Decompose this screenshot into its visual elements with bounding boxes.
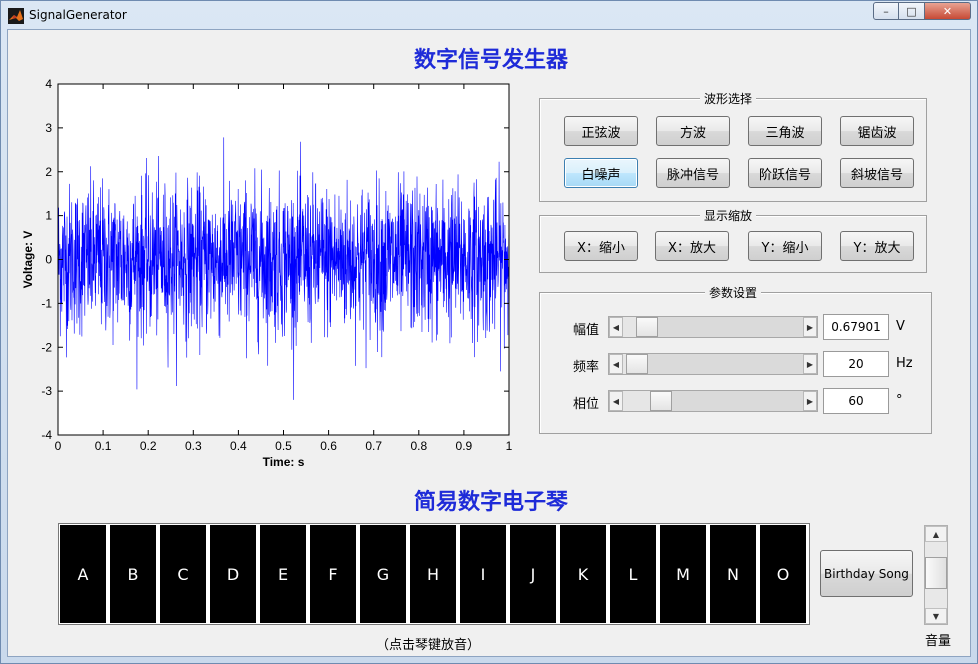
piano-key-m[interactable]: M: [660, 525, 706, 623]
y-zoom-in-button[interactable]: Y：放大: [840, 231, 914, 261]
white-noise-button[interactable]: 白噪声: [564, 158, 638, 188]
triangle-wave-button[interactable]: 三角波: [748, 116, 822, 146]
y-tick-label: 4: [45, 77, 52, 91]
piano-key-l[interactable]: L: [610, 525, 656, 623]
piano-key-f[interactable]: F: [310, 525, 356, 623]
close-icon[interactable]: ✕: [925, 2, 971, 20]
amplitude-slider[interactable]: ◀ ▶: [608, 316, 818, 338]
amplitude-input[interactable]: 0.67901: [823, 314, 889, 340]
piano-keyboard: ABCDEFGHIJKLMNO: [58, 523, 810, 625]
y-tick-label: -1: [41, 296, 52, 310]
slider-right-arrow-icon[interactable]: ▶: [803, 391, 817, 411]
piano-key-e[interactable]: E: [260, 525, 306, 623]
slider-left-arrow-icon[interactable]: ◀: [609, 391, 623, 411]
figure-client-area: 数字信号发生器 0 0.1 0.2 0.3 0.4 0.5 0.6 0.7 0.8 0.9 1 4 3 2…: [7, 29, 971, 657]
piano-key-o[interactable]: O: [760, 525, 806, 623]
piano-key-a[interactable]: A: [60, 525, 106, 623]
volume-down-arrow-icon[interactable]: ▼: [925, 608, 947, 624]
slider-track[interactable]: [623, 317, 636, 337]
piano-key-b[interactable]: B: [110, 525, 156, 623]
pulse-signal-button[interactable]: 脉冲信号: [656, 158, 730, 188]
x-tick-label: 0.9: [456, 439, 473, 453]
piano-key-h[interactable]: H: [410, 525, 456, 623]
app-window: SignalGenerator – □ ✕ 数字信号发生器 0 0.1 0.2 0.3…: [0, 0, 978, 664]
piano-key-d[interactable]: D: [210, 525, 256, 623]
frequency-unit: Hz: [896, 356, 913, 371]
frequency-input[interactable]: 20: [823, 351, 889, 377]
y-tick-label: -4: [41, 428, 52, 442]
zoom-panel-title: 显示缩放: [700, 207, 757, 224]
x-tick-label: 0.6: [320, 439, 337, 453]
window-title: SignalGenerator: [29, 8, 127, 22]
slider-track[interactable]: [623, 391, 650, 411]
volume-slider[interactable]: ▲ ▼: [924, 525, 948, 625]
x-tick-label: 0.7: [365, 439, 382, 453]
amplitude-unit: V: [896, 319, 905, 334]
slider-thumb[interactable]: [626, 354, 648, 374]
signal-plot: 0 0.1 0.2 0.3 0.4 0.5 0.6 0.7 0.8 0.9 1 4 3 2 1 0 -1 -2 -3…: [21, 77, 513, 469]
y-axis-label: Voltage: V: [21, 231, 35, 289]
waveform-panel-title: 波形选择: [700, 90, 757, 107]
x-tick-label: 0.4: [230, 439, 247, 453]
birthday-song-button[interactable]: Birthday Song: [820, 550, 913, 597]
slider-right-arrow-icon[interactable]: ▶: [803, 317, 817, 337]
phase-label: 相位: [573, 397, 600, 412]
y-tick-label: 2: [45, 165, 52, 179]
x-zoom-out-button[interactable]: X：缩小: [564, 231, 638, 261]
y-tick-label: -3: [41, 384, 52, 398]
x-tick-label: 0.8: [410, 439, 427, 453]
x-tick-label: 0.3: [185, 439, 202, 453]
window-controls: – □ ✕: [873, 2, 971, 22]
volume-up-arrow-icon[interactable]: ▲: [925, 526, 947, 542]
x-tick-label: 0.5: [275, 439, 292, 453]
phase-input[interactable]: 60: [823, 388, 889, 414]
y-tick-label: 3: [45, 121, 52, 135]
y-zoom-out-button[interactable]: Y：缩小: [748, 231, 822, 261]
matlab-logo-icon: [8, 8, 24, 24]
phase-unit: °: [896, 393, 903, 408]
slider-thumb[interactable]: [650, 391, 672, 411]
frequency-slider[interactable]: ◀ ▶: [608, 353, 818, 375]
piano-key-j[interactable]: J: [510, 525, 556, 623]
sawtooth-wave-button[interactable]: 锯齿波: [840, 116, 914, 146]
piano-key-c[interactable]: C: [160, 525, 206, 623]
amplitude-label: 幅值: [573, 323, 600, 338]
slider-left-arrow-icon[interactable]: ◀: [609, 317, 623, 337]
x-tick-label: 0.1: [95, 439, 112, 453]
slider-right-arrow-icon[interactable]: ▶: [803, 354, 817, 374]
maximize-icon[interactable]: □: [899, 2, 925, 20]
x-tick-label: 0.2: [140, 439, 157, 453]
piano-heading: 简易数字电子琴: [414, 489, 569, 515]
y-tick-label: 1: [45, 209, 52, 223]
params-panel-title: 参数设置: [705, 284, 762, 301]
sine-wave-button[interactable]: 正弦波: [564, 116, 638, 146]
y-tick-label: 0: [45, 253, 52, 267]
x-zoom-in-button[interactable]: X：放大: [655, 231, 729, 261]
volume-label: 音量: [925, 634, 952, 649]
step-signal-button[interactable]: 阶跃信号: [748, 158, 822, 188]
square-wave-button[interactable]: 方波: [656, 116, 730, 146]
volume-slider-thumb[interactable]: [925, 557, 947, 589]
slider-thumb[interactable]: [636, 317, 658, 337]
x-tick-label: 1: [506, 439, 513, 453]
piano-key-g[interactable]: G: [360, 525, 406, 623]
piano-key-i[interactable]: I: [460, 525, 506, 623]
piano-key-k[interactable]: K: [560, 525, 606, 623]
frequency-label: 频率: [573, 360, 600, 375]
ramp-signal-button[interactable]: 斜坡信号: [840, 158, 914, 188]
piano-key-n[interactable]: N: [710, 525, 756, 623]
minimize-icon[interactable]: –: [873, 2, 899, 20]
slider-left-arrow-icon[interactable]: ◀: [609, 354, 623, 374]
y-tick-label: -2: [41, 340, 52, 354]
x-axis-label: Time: s: [263, 455, 305, 469]
phase-slider[interactable]: ◀ ▶: [608, 390, 818, 412]
piano-hint: （点击琴键放音）: [376, 638, 481, 653]
x-tick-label: 0: [55, 439, 62, 453]
title-bar: SignalGenerator – □ ✕: [1, 1, 977, 29]
